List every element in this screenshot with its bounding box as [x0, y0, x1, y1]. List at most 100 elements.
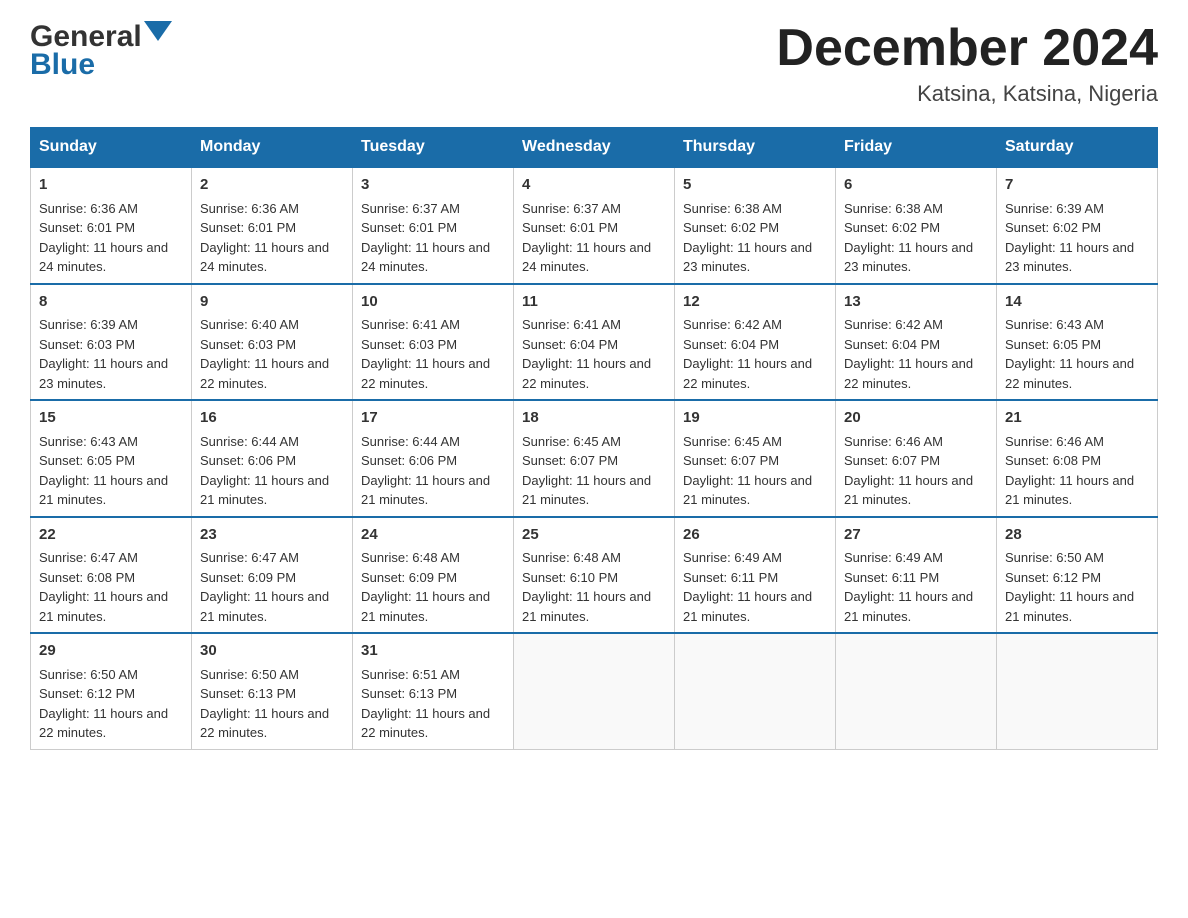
day-header-monday: Monday: [192, 128, 353, 168]
calendar-day-26: 26Sunrise: 6:49 AMSunset: 6:11 PMDayligh…: [675, 517, 836, 634]
daylight-value: Daylight: 11 hours and 22 minutes.: [361, 356, 490, 391]
calendar-day-16: 16Sunrise: 6:44 AMSunset: 6:06 PMDayligh…: [192, 400, 353, 517]
calendar-header-row: SundayMondayTuesdayWednesdayThursdayFrid…: [31, 128, 1158, 168]
sunset-value: Sunset: 6:04 PM: [522, 337, 618, 352]
sunset-value: Sunset: 6:03 PM: [200, 337, 296, 352]
daylight-value: Daylight: 11 hours and 21 minutes.: [522, 473, 651, 508]
calendar-day-empty: [997, 633, 1158, 749]
calendar-day-18: 18 Sunrise: 6:45 AM Sunset: 6:07 PM Dayligh…: [514, 400, 675, 517]
daylight-value: Daylight: 11 hours and 21 minutes.: [522, 589, 651, 624]
sunset-value: Sunset: 6:12 PM: [1005, 570, 1101, 585]
calendar-day-14: 14Sunrise: 6:43 AMSunset: 6:05 PMDayligh…: [997, 284, 1158, 401]
sunset-value: Sunset: 6:07 PM: [522, 453, 618, 468]
daylight-value: Daylight: 11 hours and 22 minutes.: [200, 706, 329, 741]
daylight-value: Daylight: 11 hours and 22 minutes.: [683, 356, 812, 391]
calendar-day-8: 8Sunrise: 6:39 AMSunset: 6:03 PMDaylight…: [31, 284, 192, 401]
daylight-value: Daylight: 11 hours and 21 minutes.: [361, 473, 490, 508]
calendar-week-row: 1Sunrise: 6:36 AMSunset: 6:01 PMDaylight…: [31, 167, 1158, 284]
sunrise-value: Sunrise: 6:50 AM: [1005, 550, 1104, 565]
calendar-week-row: 22Sunrise: 6:47 AMSunset: 6:08 PMDayligh…: [31, 517, 1158, 634]
daylight-value: Daylight: 11 hours and 23 minutes.: [683, 240, 812, 275]
sunrise-value: Sunrise: 6:38 AM: [683, 201, 782, 216]
sunrise-value: Sunrise: 6:39 AM: [39, 317, 138, 332]
calendar-day-12: 12Sunrise: 6:42 AMSunset: 6:04 PMDayligh…: [675, 284, 836, 401]
calendar-week-row: 15Sunrise: 6:43 AMSunset: 6:05 PMDayligh…: [31, 400, 1158, 517]
sunset-value: Sunset: 6:03 PM: [361, 337, 457, 352]
day-number: 9: [200, 291, 344, 314]
sunrise-value: Sunrise: 6:49 AM: [844, 550, 943, 565]
sunset-value: Sunset: 6:03 PM: [39, 337, 135, 352]
sunset-value: Sunset: 6:02 PM: [844, 220, 940, 235]
day-number: 5: [683, 174, 827, 197]
sunset-value: Sunset: 6:10 PM: [522, 570, 618, 585]
daylight-value: Daylight: 11 hours and 22 minutes.: [200, 356, 329, 391]
sunrise-value: Sunrise: 6:42 AM: [844, 317, 943, 332]
daylight-value: Daylight: 11 hours and 21 minutes.: [844, 589, 973, 624]
day-number: 19: [683, 407, 827, 430]
sunrise-value: Sunrise: 6:36 AM: [39, 201, 138, 216]
day-number: 24: [361, 524, 505, 547]
sunrise-value: Sunrise: 6:43 AM: [39, 434, 138, 449]
logo-blue: Blue: [30, 48, 95, 82]
sunset-value: Sunset: 6:01 PM: [522, 220, 618, 235]
calendar-day-24: 24Sunrise: 6:48 AMSunset: 6:09 PMDayligh…: [353, 517, 514, 634]
sunrise-value: Sunrise: 6:41 AM: [522, 317, 621, 332]
daylight-value: Daylight: 11 hours and 22 minutes.: [361, 706, 490, 741]
sunset-value: Sunset: 6:09 PM: [200, 570, 296, 585]
calendar-day-21: 21Sunrise: 6:46 AMSunset: 6:08 PMDayligh…: [997, 400, 1158, 517]
sunset-value: Sunset: 6:01 PM: [39, 220, 135, 235]
day-number: 11: [522, 291, 666, 314]
sunrise-value: Sunrise: 6:47 AM: [200, 550, 299, 565]
sunset-value: Sunset: 6:06 PM: [200, 453, 296, 468]
calendar-day-28: 28Sunrise: 6:50 AMSunset: 6:12 PMDayligh…: [997, 517, 1158, 634]
sunset-value: Sunset: 6:13 PM: [361, 686, 457, 701]
day-number: 20: [844, 407, 988, 430]
calendar-day-empty: [836, 633, 997, 749]
day-number: 29: [39, 640, 183, 663]
day-header-sunday: Sunday: [31, 128, 192, 168]
day-number: 18: [522, 407, 666, 430]
calendar-week-row: 8Sunrise: 6:39 AMSunset: 6:03 PMDaylight…: [31, 284, 1158, 401]
calendar-day-27: 27Sunrise: 6:49 AMSunset: 6:11 PMDayligh…: [836, 517, 997, 634]
daylight-value: Daylight: 11 hours and 24 minutes.: [39, 240, 168, 275]
sunrise-value: Sunrise: 6:48 AM: [522, 550, 621, 565]
title-area: December 2024 Katsina, Katsina, Nigeria: [776, 20, 1158, 107]
sunset-value: Sunset: 6:01 PM: [200, 220, 296, 235]
daylight-value: Daylight: 11 hours and 21 minutes.: [361, 589, 490, 624]
day-number: 13: [844, 291, 988, 314]
sunrise-value: Sunrise: 6:44 AM: [361, 434, 460, 449]
sunrise-value: Sunrise: 6:41 AM: [361, 317, 460, 332]
day-number: 6: [844, 174, 988, 197]
day-number: 3: [361, 174, 505, 197]
calendar-day-10: 10 Sunrise: 6:41 AM Sunset: 6:03 PM Dayligh…: [353, 284, 514, 401]
sunset-value: Sunset: 6:07 PM: [683, 453, 779, 468]
day-number: 28: [1005, 524, 1149, 547]
daylight-value: Daylight: 11 hours and 21 minutes.: [39, 473, 168, 508]
daylight-value: Daylight: 11 hours and 21 minutes.: [683, 589, 812, 624]
day-number: 14: [1005, 291, 1149, 314]
day-number: 26: [683, 524, 827, 547]
sunrise-value: Sunrise: 6:50 AM: [200, 667, 299, 682]
calendar-day-20: 20Sunrise: 6:46 AMSunset: 6:07 PMDayligh…: [836, 400, 997, 517]
daylight-value: Daylight: 11 hours and 22 minutes.: [39, 706, 168, 741]
calendar-day-6: 6Sunrise: 6:38 AMSunset: 6:02 PMDaylight…: [836, 167, 997, 284]
calendar-day-15: 15Sunrise: 6:43 AMSunset: 6:05 PMDayligh…: [31, 400, 192, 517]
day-header-thursday: Thursday: [675, 128, 836, 168]
calendar-day-29: 29 Sunrise: 6:50 AM Sunset: 6:12 PM Dayligh…: [31, 633, 192, 749]
sunrise-value: Sunrise: 6:46 AM: [844, 434, 943, 449]
sunrise-value: Sunrise: 6:45 AM: [522, 434, 621, 449]
sunset-value: Sunset: 6:02 PM: [683, 220, 779, 235]
daylight-value: Daylight: 11 hours and 21 minutes.: [39, 589, 168, 624]
daylight-value: Daylight: 11 hours and 21 minutes.: [200, 473, 329, 508]
daylight-value: Daylight: 11 hours and 23 minutes.: [39, 356, 168, 391]
day-number: 17: [361, 407, 505, 430]
day-number: 10: [361, 291, 505, 314]
calendar-day-empty: [675, 633, 836, 749]
sunrise-value: Sunrise: 6:50 AM: [39, 667, 138, 682]
daylight-value: Daylight: 11 hours and 21 minutes.: [200, 589, 329, 624]
sunset-value: Sunset: 6:12 PM: [39, 686, 135, 701]
calendar-day-25: 25 Sunrise: 6:48 AM Sunset: 6:10 PM Dayligh…: [514, 517, 675, 634]
day-number: 7: [1005, 174, 1149, 197]
day-number: 25: [522, 524, 666, 547]
daylight-value: Daylight: 11 hours and 21 minutes.: [683, 473, 812, 508]
